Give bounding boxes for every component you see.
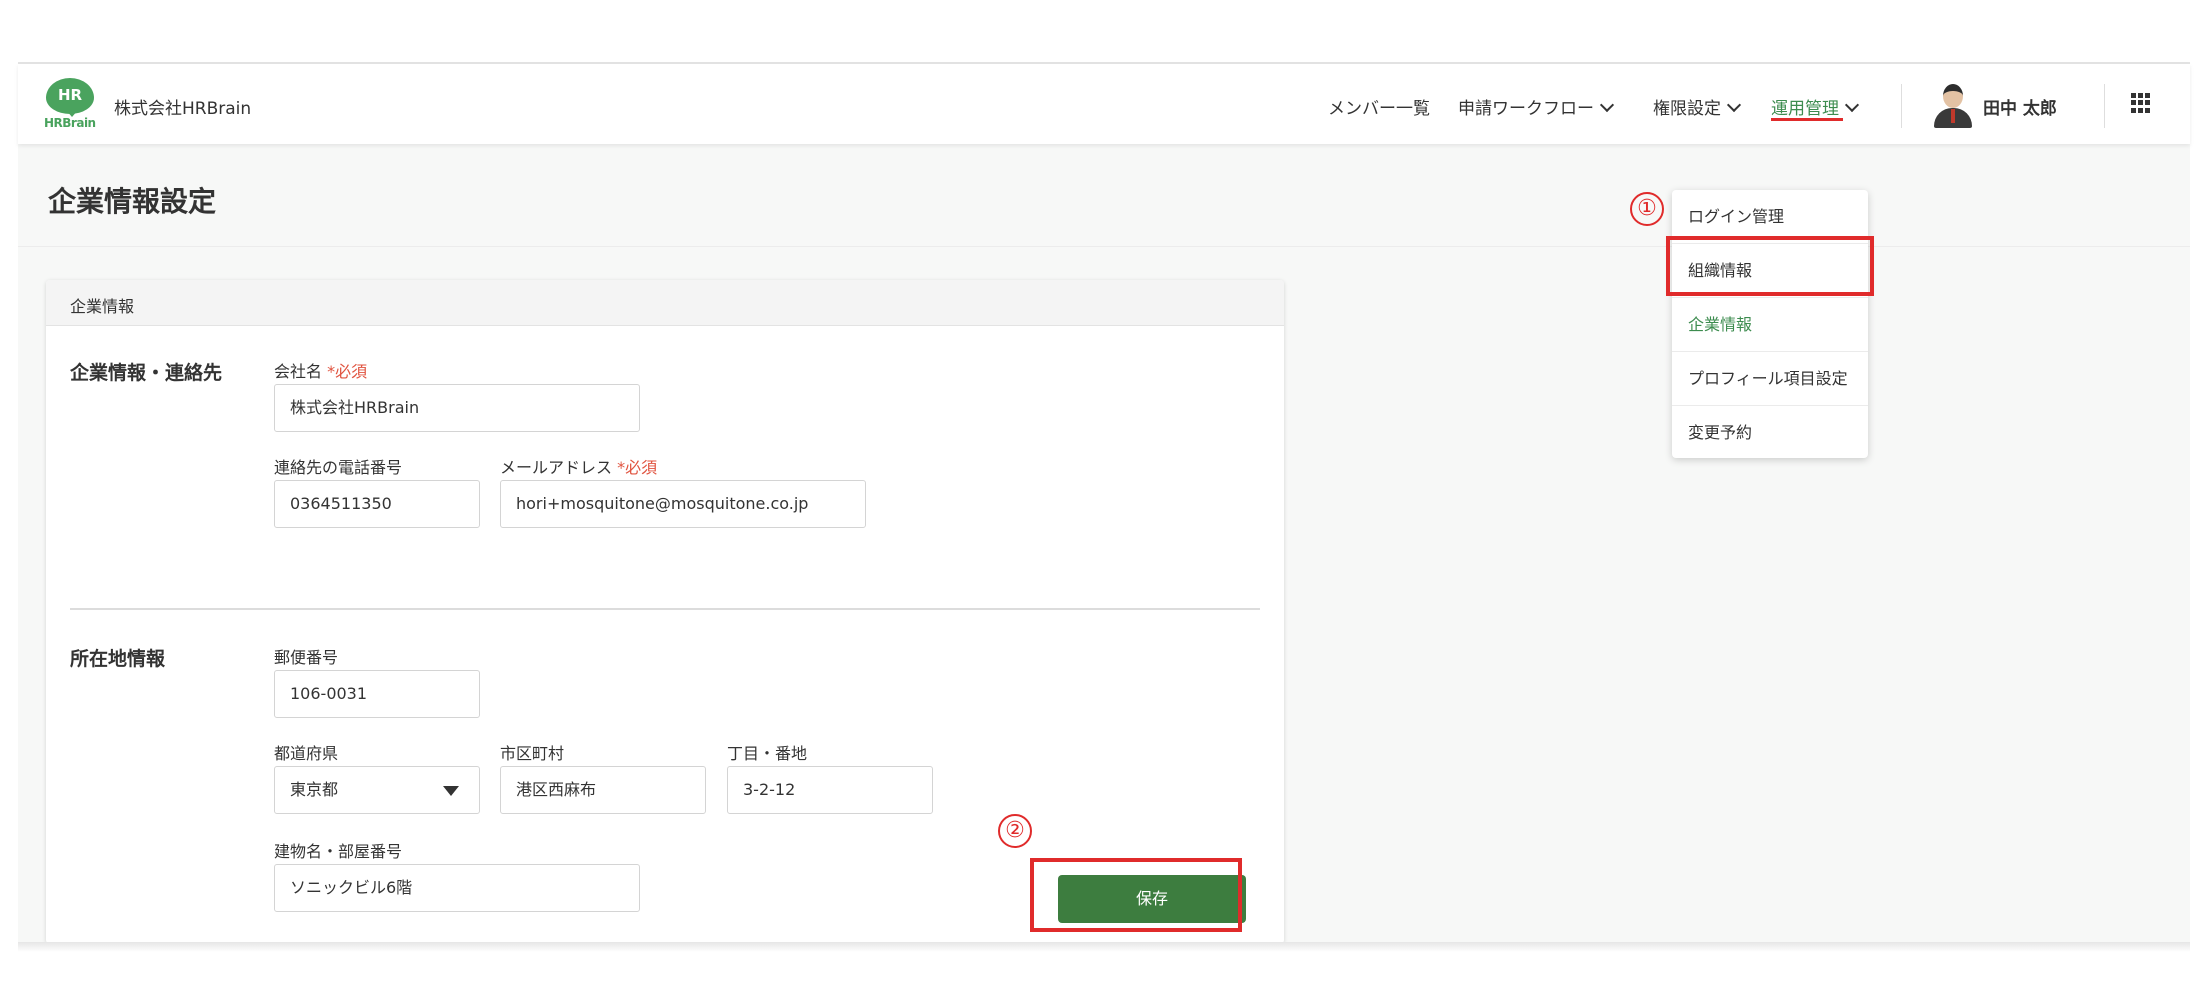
email-label-text: メールアドレス bbox=[500, 458, 613, 477]
company-name: 株式会社HRBrain bbox=[114, 99, 252, 119]
building-label: 建物名・部屋番号 bbox=[274, 842, 403, 861]
street-label: 丁目・番地 bbox=[727, 744, 808, 763]
nav-permissions[interactable]: 権限設定 bbox=[1653, 94, 1742, 119]
required-mark: *必須 bbox=[617, 458, 658, 477]
required-mark: *必須 bbox=[327, 362, 368, 381]
postal-code-input[interactable]: 106-0031 bbox=[274, 670, 480, 718]
company-name-label-text: 会社名 bbox=[274, 362, 323, 381]
step2-marker: ② bbox=[998, 814, 1032, 848]
logo-badge: HR bbox=[46, 78, 94, 114]
highlight-box-step2 bbox=[1030, 858, 1242, 932]
avatar-head bbox=[1943, 84, 1963, 108]
dropdown-arrow-icon bbox=[443, 786, 459, 796]
logo-text: HRBrain bbox=[44, 116, 96, 130]
highlight-box-step1 bbox=[1666, 236, 1874, 296]
nav-operations[interactable]: 運用管理 bbox=[1771, 94, 1860, 119]
chevron-down-icon bbox=[1726, 97, 1742, 113]
postal-code-label: 郵便番号 bbox=[274, 648, 339, 667]
top-header: HR HRBrain 株式会社HRBrain メンバー一覧 申請ワークフロー 権… bbox=[18, 64, 2190, 144]
header-divider bbox=[1901, 84, 1902, 128]
step1-marker: ① bbox=[1630, 192, 1664, 226]
user-avatar[interactable] bbox=[1932, 82, 1974, 128]
nav-workflow-label: 申請ワークフロー bbox=[1458, 99, 1594, 119]
header-divider bbox=[2104, 84, 2105, 128]
chevron-down-icon bbox=[1599, 97, 1615, 113]
page-title: 企業情報設定 bbox=[48, 185, 217, 218]
contact-section-title: 企業情報・連絡先 bbox=[70, 362, 223, 384]
app-grid-icon[interactable] bbox=[2131, 93, 2151, 113]
nav-workflow[interactable]: 申請ワークフロー bbox=[1458, 94, 1615, 119]
email-label: メールアドレス *必須 bbox=[500, 454, 657, 478]
building-input[interactable]: ソニックビル6階 bbox=[274, 864, 640, 912]
menu-item-company-info[interactable]: 企業情報 bbox=[1672, 298, 1868, 352]
user-name[interactable]: 田中 太郎 bbox=[1983, 94, 2057, 119]
email-input[interactable]: hori+mosquitone@mosquitone.co.jp bbox=[500, 480, 866, 528]
chevron-down-icon bbox=[1844, 97, 1860, 113]
company-name-label: 会社名 *必須 bbox=[274, 358, 367, 382]
prefecture-select[interactable]: 東京都 bbox=[274, 766, 480, 814]
section-divider bbox=[70, 608, 1260, 610]
menu-item-profile-settings[interactable]: プロフィール項目設定 bbox=[1672, 352, 1868, 406]
city-label: 市区町村 bbox=[500, 744, 565, 763]
city-input[interactable]: 港区西麻布 bbox=[500, 766, 706, 814]
card-header: 企業情報 bbox=[46, 280, 1284, 326]
menu-item-scheduled-changes[interactable]: 変更予約 bbox=[1672, 406, 1868, 460]
nav-member-list-label: メンバー一覧 bbox=[1328, 99, 1430, 119]
prefecture-value: 東京都 bbox=[290, 780, 339, 799]
company-name-input[interactable]: 株式会社HRBrain bbox=[274, 384, 640, 432]
operations-dropdown-menu: ログイン管理 組織情報 企業情報 プロフィール項目設定 変更予約 bbox=[1672, 190, 1868, 458]
prefecture-label: 都道府県 bbox=[274, 744, 339, 763]
avatar-tie bbox=[1951, 109, 1955, 123]
phone-input[interactable]: 0364511350 bbox=[274, 480, 480, 528]
app-bottom-shadow bbox=[18, 942, 2190, 952]
card-header-title: 企業情報 bbox=[70, 297, 135, 316]
app-frame: HR HRBrain 株式会社HRBrain メンバー一覧 申請ワークフロー 権… bbox=[18, 62, 2190, 946]
phone-label: 連絡先の電話番号 bbox=[274, 458, 403, 477]
street-input[interactable]: 3-2-12 bbox=[727, 766, 933, 814]
nav-permissions-label: 権限設定 bbox=[1653, 99, 1721, 119]
nav-operations-label: 運用管理 bbox=[1771, 99, 1839, 119]
hrbrain-logo[interactable]: HR HRBrain bbox=[44, 78, 98, 130]
nav-member-list[interactable]: メンバー一覧 bbox=[1328, 94, 1430, 119]
company-info-card: 企業情報 企業情報・連絡先 会社名 *必須 株式会社HRBrain 連絡先の電話… bbox=[46, 280, 1284, 944]
address-section-title: 所在地情報 bbox=[70, 648, 166, 670]
nav-operations-highlight bbox=[1771, 118, 1843, 121]
